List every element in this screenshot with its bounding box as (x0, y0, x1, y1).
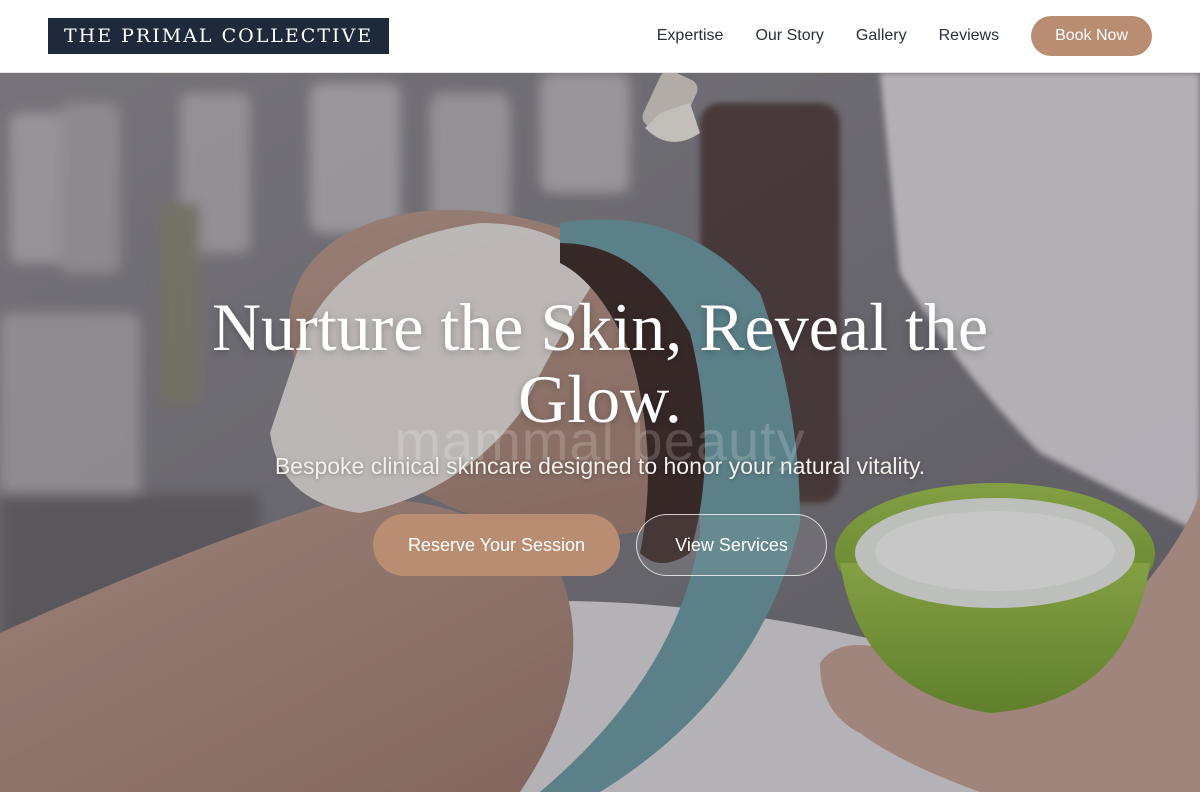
nav-link-expertise[interactable]: Expertise (657, 27, 724, 45)
hero-content: mammal beauty Nurture the Skin, Reveal t… (0, 73, 1200, 792)
reserve-session-button[interactable]: Reserve Your Session (373, 514, 620, 576)
hero-section: mammal beauty Nurture the Skin, Reveal t… (0, 73, 1200, 792)
nav-link-reviews[interactable]: Reviews (939, 27, 999, 45)
hero-subtitle: Bespoke clinical skincare designed to ho… (274, 453, 926, 479)
site-header: THE PRIMAL COLLECTIVE Expertise Our Stor… (0, 0, 1200, 73)
brand-logo[interactable]: THE PRIMAL COLLECTIVE (48, 18, 390, 54)
book-now-button[interactable]: Book Now (1031, 16, 1152, 56)
main-nav: Expertise Our Story Gallery Reviews Book… (657, 16, 1152, 56)
view-services-button[interactable]: View Services (636, 514, 827, 576)
hero-title: Nurture the Skin, Reveal the Glow. (211, 289, 989, 437)
nav-link-gallery[interactable]: Gallery (856, 27, 907, 45)
nav-link-our-story[interactable]: Our Story (755, 27, 823, 45)
